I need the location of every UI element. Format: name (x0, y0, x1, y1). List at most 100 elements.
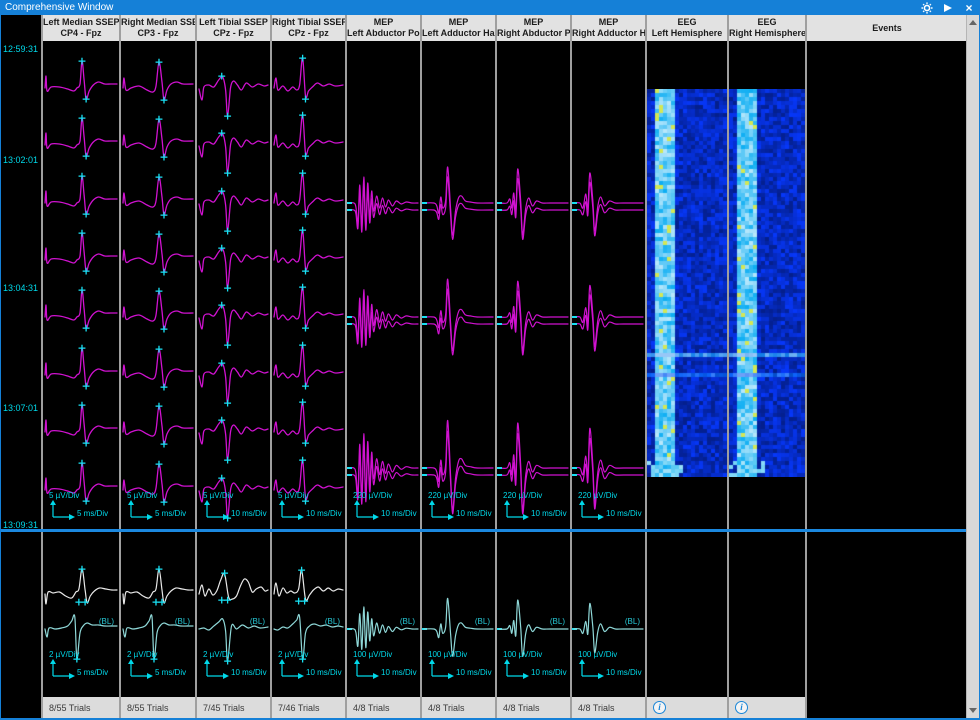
svg-text:+: + (81, 322, 90, 335)
svg-text:+: + (301, 208, 310, 221)
svg-text:+: + (77, 399, 86, 412)
svg-text:+: + (154, 400, 163, 413)
time-gutter: 12:59:3113:02:0113:04:3113:07:0113:09:31 (1, 15, 41, 718)
svg-text:+: + (223, 167, 232, 180)
current-mep-left-adductor[interactable]: (BL)100 µV/Div10 ms/Div (422, 532, 495, 697)
header-line2: Right Hemisphere (729, 28, 805, 39)
pin-icon[interactable] (942, 2, 954, 14)
time-axis: 12:59:3113:02:0113:04:3113:07:0113:09:31 (1, 41, 41, 529)
column-right-median-ssep: Right Median SSEPCP3 - Fpz++++++++++++++… (119, 15, 195, 718)
current-mep-left-abductor[interactable]: (BL)100 µV/Div10 ms/Div (347, 532, 420, 697)
section-divider[interactable] (0, 529, 968, 532)
current-left-median-ssep[interactable]: ++++(BL)2 µV/Div5 ms/Div (43, 532, 119, 697)
header-line2: Left Hemisphere (647, 28, 727, 39)
current-eeg-right-hemisphere[interactable] (729, 532, 805, 697)
svg-text:+: + (159, 94, 168, 107)
info-icon[interactable]: i (735, 701, 748, 714)
svg-text:+: + (81, 150, 90, 163)
current-eeg-left-hemisphere[interactable] (647, 532, 727, 697)
header-line1: MEP (572, 17, 645, 28)
waterfall-mep-right-abductor[interactable]: 220 µV/Div10 ms/Div (497, 41, 570, 529)
header-line2: CP3 - Fpz (121, 28, 195, 39)
header-events[interactable]: Events (807, 15, 967, 41)
baseline-label: (BL) (550, 617, 565, 626)
header-line1: Left Tibial SSEP (197, 17, 270, 28)
waterfall-eeg-right-hemisphere[interactable] (729, 41, 805, 529)
header-left-median-ssep[interactable]: Left Median SSEPCP4 - Fpz (43, 15, 119, 41)
waterfall-mep-right-adductor[interactable]: 220 µV/Div10 ms/Div (572, 41, 645, 529)
header-mep-right-adductor[interactable]: MEPRight Adductor H... (572, 15, 645, 41)
scroll-down-icon[interactable] (969, 708, 977, 713)
header-line1: Events (807, 23, 967, 34)
svg-text:+: + (217, 242, 226, 255)
svg-text:+: + (217, 70, 226, 83)
current-left-tibial-ssep[interactable]: ++++(BL)2 µV/Div10 ms/Div (197, 532, 270, 697)
column-mep-right-adductor: MEPRight Adductor H...220 µV/Div10 ms/Di… (570, 15, 645, 718)
svg-text:+: + (77, 342, 86, 355)
waterfall-right-tibial-ssep[interactable]: ++++++++++++++++5 µV/Div10 ms/Div (272, 41, 345, 529)
waterfall-left-median-ssep[interactable]: ++++++++++++++++5 µV/Div5 ms/Div (43, 41, 119, 529)
scroll-up-icon[interactable] (969, 20, 977, 25)
svg-text:+: + (154, 458, 163, 471)
info-icon[interactable]: i (653, 701, 666, 714)
current-right-median-ssep[interactable]: ++++(BL)2 µV/Div5 ms/Div (121, 532, 195, 697)
svg-text:+: + (223, 339, 232, 352)
waterfall-left-tibial-ssep[interactable]: ++++++++++++++++5 µV/Div10 ms/Div (197, 41, 270, 529)
current-right-tibial-ssep[interactable]: ++++(BL)2 µV/Div10 ms/Div (272, 532, 345, 697)
svg-text:+: + (154, 285, 163, 298)
header-line1: MEP (347, 17, 420, 28)
waterfall-eeg-left-hemisphere[interactable] (647, 41, 727, 529)
header-line1: MEP (497, 17, 570, 28)
header-right-tibial-ssep[interactable]: Right Tibial SSEPCPz - Fpz (272, 15, 345, 41)
svg-text:+: + (301, 150, 310, 163)
waterfall-right-median-ssep[interactable]: ++++++++++++++++5 µV/Div5 ms/Div (121, 41, 195, 529)
svg-text:+: + (301, 93, 310, 106)
svg-text:+: + (154, 56, 163, 69)
header-eeg-left-hemisphere[interactable]: EEGLeft Hemisphere (647, 15, 727, 41)
time-gutter-bottom (1, 532, 41, 697)
close-icon[interactable]: × (963, 2, 975, 14)
svg-text:+: + (217, 185, 226, 198)
status-right-median-ssep: 8/55 Trials (121, 697, 195, 718)
trial-count: 4/8 Trials (503, 703, 540, 713)
window-border-left (0, 15, 1, 720)
header-mep-left-abductor[interactable]: MEPLeft Abductor Pol... (347, 15, 420, 41)
waterfall-mep-left-abductor[interactable]: 220 µV/Div10 ms/Div (347, 41, 420, 529)
header-eeg-right-hemisphere[interactable]: EEGRight Hemisphere (729, 15, 805, 41)
header-mep-right-abductor[interactable]: MEPRight Abductor P... (497, 15, 570, 41)
baseline-label: (BL) (175, 617, 190, 626)
svg-text:+: + (298, 653, 307, 666)
eeg-spectrogram[interactable] (647, 89, 727, 477)
status-mep-right-adductor: 4/8 Trials (572, 697, 645, 718)
settings-icon[interactable] (921, 2, 933, 14)
current-events (807, 532, 967, 697)
current-mep-right-adductor[interactable]: (BL)100 µV/Div10 ms/Div (572, 532, 645, 697)
svg-text:+: + (80, 596, 89, 609)
header-line2: Right Abductor P... (497, 28, 570, 39)
header-right-median-ssep[interactable]: Right Median SSEPCP3 - Fpz (121, 15, 195, 41)
svg-text:+: + (223, 655, 232, 668)
svg-text:+: + (154, 343, 163, 356)
svg-text:+: + (77, 55, 86, 68)
header-mep-left-adductor[interactable]: MEPLeft Adductor Hal... (422, 15, 495, 41)
header-left-tibial-ssep[interactable]: Left Tibial SSEPCPz - Fpz (197, 15, 270, 41)
waterfall-mep-left-adductor[interactable]: 220 µV/Div10 ms/Div (422, 41, 495, 529)
svg-text:+: + (301, 380, 310, 393)
status-right-tibial-ssep: 7/46 Trials (272, 697, 345, 718)
svg-text:+: + (297, 564, 306, 577)
svg-text:+: + (154, 228, 163, 241)
header-line2: Left Abductor Pol... (347, 28, 420, 39)
baseline-label: (BL) (99, 617, 114, 626)
eeg-spectrogram[interactable] (729, 89, 805, 477)
svg-text:+: + (159, 496, 168, 509)
vertical-scrollbar[interactable] (966, 15, 979, 718)
svg-text:+: + (77, 112, 86, 125)
waterfall-events (807, 41, 967, 529)
header-line1: EEG (729, 17, 805, 28)
status-mep-left-adductor: 4/8 Trials (422, 697, 495, 718)
current-mep-right-abductor[interactable]: (BL)100 µV/Div10 ms/Div (497, 532, 570, 697)
svg-text:+: + (159, 323, 168, 336)
svg-text:+: + (300, 595, 309, 608)
status-mep-left-abductor: 4/8 Trials (347, 697, 420, 718)
time-label: 13:09:31 (3, 520, 38, 529)
